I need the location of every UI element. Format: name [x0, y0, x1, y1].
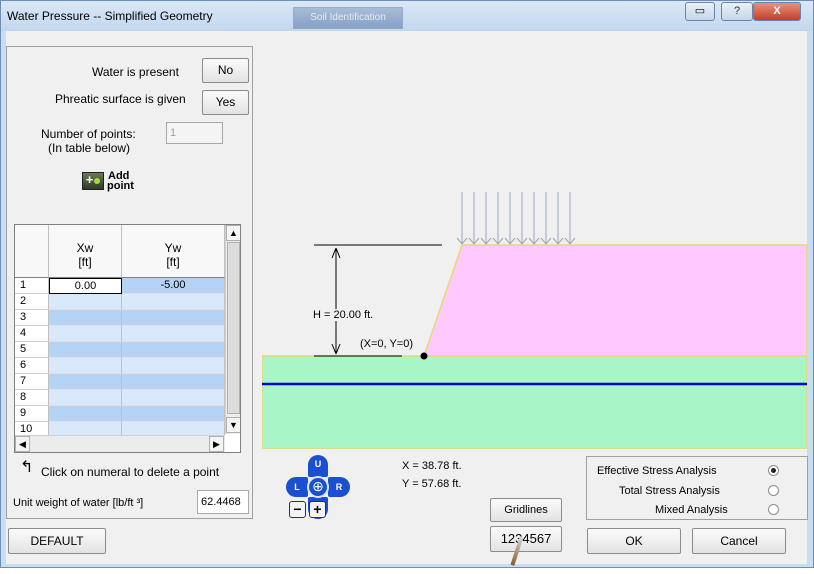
- cell-yw[interactable]: [122, 342, 225, 358]
- effective-stress-radio[interactable]: [768, 465, 779, 476]
- cell-yw[interactable]: [122, 374, 225, 390]
- cell-xw[interactable]: [49, 326, 122, 342]
- table-vertical-scrollbar[interactable]: ▲ ▼: [225, 225, 240, 434]
- row-number[interactable]: 2: [15, 294, 49, 310]
- add-point-label-2: point: [107, 180, 134, 192]
- pan-center-icon[interactable]: ⊕: [307, 476, 329, 498]
- phreatic-surface-toggle[interactable]: Yes: [202, 90, 249, 115]
- xw-header-unit: [ft]: [78, 255, 92, 269]
- scroll-thumb[interactable]: [227, 242, 240, 414]
- pan-left-button[interactable]: L: [286, 477, 308, 497]
- cell-xw[interactable]: [49, 406, 122, 422]
- cell-xw[interactable]: [49, 310, 122, 326]
- add-point-button[interactable]: + Add point: [82, 170, 152, 194]
- cursor-x-readout: X = 38.78 ft.: [402, 460, 462, 472]
- numbers-button[interactable]: 1234567: [490, 526, 562, 552]
- water-settings-panel: Water is present No Phreatic surface is …: [6, 46, 253, 519]
- row-number[interactable]: 4: [15, 326, 49, 342]
- help-button[interactable]: ?: [721, 2, 753, 21]
- window-title: Water Pressure -- Simplified Geometry: [7, 9, 213, 23]
- default-button[interactable]: DEFAULT: [8, 528, 106, 554]
- num-points-label: Number of points:: [41, 127, 136, 141]
- column-header-yw: Yw [ft]: [122, 225, 225, 278]
- minimize-button[interactable]: ▭: [685, 2, 715, 21]
- cell-xw[interactable]: [49, 294, 122, 310]
- scroll-up-icon[interactable]: ▲: [226, 225, 240, 241]
- table-corner: [15, 225, 49, 278]
- origin-label: (X=0, Y=0): [360, 338, 413, 350]
- column-header-xw: Xw [ft]: [49, 225, 122, 278]
- scroll-down-icon[interactable]: ▼: [226, 417, 240, 433]
- background-window-tab[interactable]: Soil Identification: [293, 7, 403, 29]
- cell-yw[interactable]: -5.00: [122, 278, 225, 294]
- water-present-toggle[interactable]: No: [202, 58, 249, 83]
- cancel-button[interactable]: Cancel: [692, 528, 786, 554]
- dialog-window: Water Pressure -- Simplified Geometry So…: [0, 0, 814, 568]
- row-number[interactable]: 9: [15, 406, 49, 422]
- cell-yw[interactable]: [122, 326, 225, 342]
- scroll-left-icon[interactable]: ◀: [15, 436, 30, 452]
- row-number[interactable]: 7: [15, 374, 49, 390]
- row-number[interactable]: 5: [15, 342, 49, 358]
- slope-layer: [422, 244, 807, 357]
- delete-arrow-icon: ↰: [20, 459, 34, 476]
- row-number[interactable]: 8: [15, 390, 49, 406]
- unit-weight-field[interactable]: 62.4468: [197, 490, 249, 514]
- height-label: H = 20.00 ft.: [313, 309, 374, 321]
- cell-xw[interactable]: [49, 342, 122, 358]
- cell-xw[interactable]: [49, 374, 122, 390]
- phreatic-surface-label: Phreatic surface is given: [55, 92, 186, 106]
- pan-up-button[interactable]: U: [308, 455, 328, 477]
- ok-button[interactable]: OK: [587, 528, 681, 554]
- zoom-in-button[interactable]: +: [309, 501, 326, 518]
- geometry-diagram[interactable]: H = 20.00 ft. (X=0, Y=0): [262, 54, 807, 449]
- close-button[interactable]: X: [753, 2, 801, 21]
- dialog-client: Water is present No Phreatic surface is …: [6, 31, 808, 566]
- xw-header-label: Xw: [76, 241, 94, 255]
- cell-yw[interactable]: [122, 390, 225, 406]
- gridlines-button[interactable]: Gridlines: [490, 498, 562, 522]
- ground-layer: [262, 355, 807, 449]
- cell-yw[interactable]: [122, 294, 225, 310]
- delete-point-hint: Click on numeral to delete a point: [41, 465, 220, 479]
- geometry-svg: [262, 192, 807, 449]
- cell-yw[interactable]: [122, 406, 225, 422]
- origin-point: [420, 352, 428, 360]
- row-number[interactable]: 1: [15, 278, 49, 294]
- mixed-analysis-radio[interactable]: [768, 504, 779, 515]
- water-points-table: Xw [ft] Yw [ft] 1 0.00 -5.00 2 3 4 5 6 7 8 9 10 ▲ ▼…: [14, 224, 241, 453]
- pan-right-button[interactable]: R: [328, 477, 350, 497]
- row-number[interactable]: 3: [15, 310, 49, 326]
- surcharge-arrows: [456, 192, 576, 245]
- total-stress-label: Total Stress Analysis: [619, 485, 720, 497]
- num-points-sublabel: (In table below): [48, 141, 131, 155]
- title-bar: Water Pressure -- Simplified Geometry So…: [1, 1, 813, 31]
- effective-stress-label: Effective Stress Analysis: [597, 465, 717, 477]
- water-present-label: Water is present: [92, 65, 179, 79]
- cursor-y-readout: Y = 57.68 ft.: [402, 478, 462, 490]
- scroll-right-icon[interactable]: ▶: [209, 436, 224, 452]
- yw-header-unit: [ft]: [166, 255, 180, 269]
- add-point-icon: +: [82, 172, 104, 190]
- cell-xw[interactable]: [49, 358, 122, 374]
- unit-weight-label: Unit weight of water [lb/ft ³]: [13, 497, 144, 509]
- num-points-field: 1: [166, 122, 223, 144]
- cell-yw[interactable]: [122, 310, 225, 326]
- zoom-out-button[interactable]: −: [289, 501, 306, 518]
- analysis-type-group: Effective Stress Analysis Total Stress A…: [586, 456, 808, 520]
- total-stress-radio[interactable]: [768, 485, 779, 496]
- cell-xw[interactable]: [49, 390, 122, 406]
- row-number[interactable]: 6: [15, 358, 49, 374]
- yw-header-label: Yw: [164, 241, 182, 255]
- cell-yw[interactable]: [122, 358, 225, 374]
- cell-xw[interactable]: 0.00: [49, 278, 122, 294]
- table-horizontal-scrollbar[interactable]: ◀ ▶: [15, 435, 225, 452]
- mixed-analysis-label: Mixed Analysis: [655, 504, 728, 516]
